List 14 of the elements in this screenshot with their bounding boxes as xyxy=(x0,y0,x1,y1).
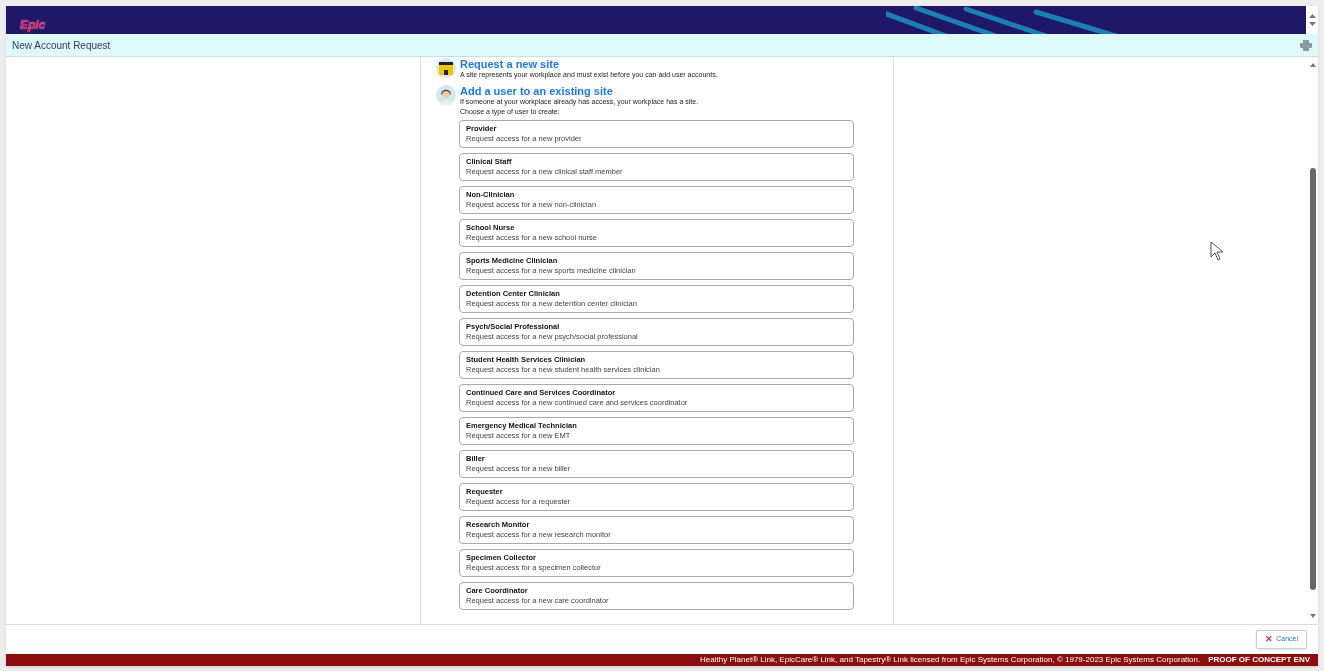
window-title: New Account Request xyxy=(12,38,111,53)
legal-text: Healthy Planet® Link, EpicCare® Link, and Tapestry® Link licensed from Epic Systems Corporation, © 1979-2023 Epic Systems Corporation. xyxy=(700,655,1201,665)
logo: Epic xyxy=(20,18,46,32)
scrollbar-thumb[interactable] xyxy=(1310,168,1316,590)
option-link[interactable]: Request a new site xyxy=(460,58,718,70)
person-icon xyxy=(436,85,456,105)
option-link[interactable]: Add a user to an existing site xyxy=(460,85,699,97)
environment-label: PROOF OF CONCEPT ENV xyxy=(1208,654,1310,666)
scroll-down-icon[interactable] xyxy=(1310,614,1316,618)
cursor-icon xyxy=(1210,241,1224,262)
scroll-up-icon[interactable] xyxy=(1310,63,1316,67)
scroll-down-icon[interactable] xyxy=(1308,22,1316,26)
scroll-up-icon[interactable] xyxy=(1308,14,1316,18)
building-icon xyxy=(436,58,456,78)
